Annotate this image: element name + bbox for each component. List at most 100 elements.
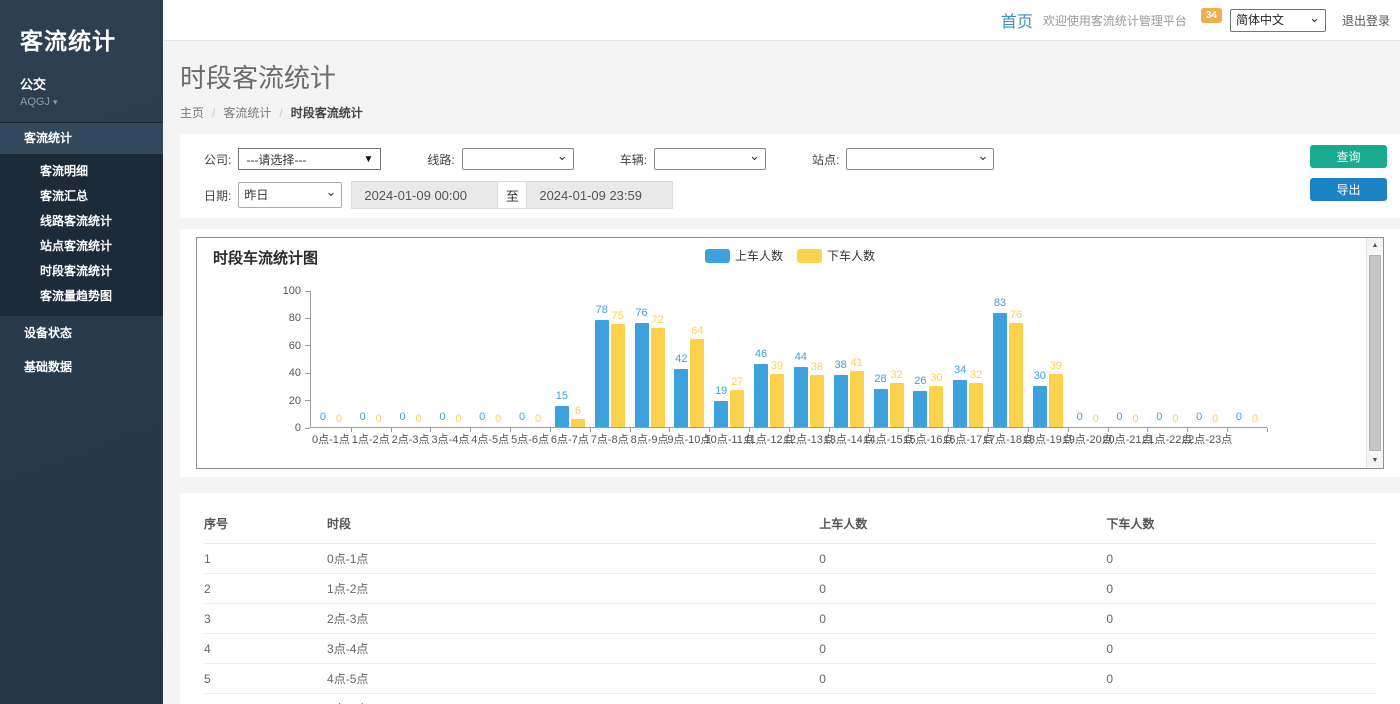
date-from-input[interactable]	[351, 181, 498, 209]
table-cell: 0	[819, 694, 1106, 704]
legend-item-boarding[interactable]: 上车人数	[705, 247, 783, 264]
sidebar-item-base-data[interactable]: 基础数据	[0, 350, 163, 384]
y-axis-tick-label: 60	[289, 340, 301, 352]
scrollbar-down-arrow-icon[interactable]: ▼	[1367, 453, 1383, 468]
sidebar-item-device-status[interactable]: 设备状态	[0, 316, 163, 350]
bar-boarding: 83	[993, 313, 1007, 427]
station-label: 站点:	[812, 151, 839, 168]
sidebar-item-passenger-stats[interactable]: 客流统计	[0, 123, 163, 154]
export-button[interactable]: 导出	[1310, 178, 1387, 201]
y-axis-tick-label: 40	[289, 367, 301, 379]
filter-row-selects: 公司: ---请选择--- ▼ 线路: 车辆:	[204, 148, 1400, 170]
date-label: 日期:	[204, 187, 231, 204]
breadcrumb-home[interactable]: 主页	[180, 104, 204, 121]
table-cell: 2点-3点	[327, 604, 819, 634]
table-cell: 6	[204, 694, 327, 704]
table-cell: 0	[819, 544, 1106, 574]
table-row: 43点-4点00	[204, 634, 1376, 664]
bar-group: 00	[1227, 291, 1267, 427]
bar-value-label: 0	[535, 413, 541, 425]
legend-label-boarding: 上车人数	[735, 247, 783, 264]
vehicle-filter: 车辆:	[620, 148, 766, 170]
bar-group: 0021点-22点	[1147, 291, 1187, 427]
bar-boarding: 26	[913, 391, 927, 427]
table-cell: 0	[819, 574, 1106, 604]
company-label: 公司:	[204, 151, 231, 168]
table-cell: 0	[1106, 544, 1376, 574]
bar-alighting: 38	[810, 375, 824, 427]
station-select-wrap	[846, 148, 994, 170]
bar-value-label: 72	[651, 314, 663, 326]
line-select[interactable]	[462, 148, 574, 170]
x-axis-label: 3点-4点	[431, 431, 469, 447]
home-link[interactable]: 首页	[1001, 8, 1033, 32]
bar-group: 0020点-21点	[1108, 291, 1148, 427]
org-code-dropdown[interactable]: AQGJ▾	[0, 93, 163, 122]
table-cell: 5点-6点	[327, 694, 819, 704]
x-axis-label: 4点-5点	[471, 431, 509, 447]
table-cell: 0点-1点	[327, 544, 819, 574]
sidebar-item-station-stats[interactable]: 站点客流统计	[0, 234, 163, 259]
chevron-down-icon: ▾	[53, 97, 58, 107]
legend-item-alighting[interactable]: 下车人数	[797, 247, 875, 264]
language-select[interactable]: 简体中文	[1230, 9, 1326, 32]
table-cell: 1点-2点	[327, 574, 819, 604]
bar-value-label: 75	[612, 310, 624, 322]
bar-boarding: 46	[754, 364, 768, 427]
bar-value-label: 0	[336, 413, 342, 425]
bar-value-label: 26	[914, 375, 926, 387]
bar-value-label: 30	[1034, 370, 1046, 382]
scrollbar-thumb[interactable]	[1369, 255, 1381, 451]
bar-boarding: 76	[635, 323, 649, 427]
filter-row-date: 日期: 昨日 至	[204, 181, 1400, 209]
scrollbar-up-arrow-icon[interactable]: ▲	[1367, 238, 1383, 253]
station-filter: 站点:	[812, 148, 994, 170]
filter-actions: 查询 导出	[1310, 145, 1387, 201]
bar-value-label: 78	[596, 304, 608, 316]
table-cell: 4	[204, 634, 327, 664]
bar-value-label: 0	[495, 413, 501, 425]
y-axis-tick: 60	[289, 340, 310, 352]
y-axis-tick-mark	[305, 373, 310, 374]
x-axis-label: 1点-2点	[352, 431, 390, 447]
sidebar-item-trend-chart[interactable]: 客流量趋势图	[0, 284, 163, 309]
vehicle-select[interactable]	[654, 148, 766, 170]
bar-group: 003点-4点	[430, 291, 470, 427]
y-axis-tick-label: 80	[289, 312, 301, 324]
bar-value-label: 76	[1010, 309, 1022, 321]
bar-alighting: 27	[730, 390, 744, 427]
line-label: 线路:	[427, 151, 454, 168]
bar-group: 283214点-15点	[869, 291, 909, 427]
y-axis-tick-label: 100	[283, 285, 301, 297]
breadcrumb-passenger-stats[interactable]: 客流统计	[223, 104, 271, 121]
sidebar-item-passenger-detail[interactable]: 客流明细	[0, 159, 163, 184]
company-select[interactable]: ---请选择--- ▼	[238, 148, 381, 170]
bar-alighting: 75	[611, 324, 625, 427]
date-to-input[interactable]	[526, 181, 673, 209]
sidebar-item-period-stats[interactable]: 时段客流统计	[0, 259, 163, 284]
bar-value-label: 15	[556, 390, 568, 402]
bar-group: 78757点-8点	[590, 291, 630, 427]
welcome-text: 欢迎使用客流统计管理平台	[1043, 12, 1187, 29]
vehicle-label: 车辆:	[620, 151, 647, 168]
x-axis-label: 5点-6点	[511, 431, 549, 447]
query-button[interactable]: 查询	[1310, 145, 1387, 168]
y-axis-tick-mark	[305, 428, 310, 429]
bar-boarding: 28	[874, 389, 888, 427]
y-axis-tick: 0	[295, 422, 310, 434]
logout-link[interactable]: 退出登录	[1342, 12, 1390, 29]
sidebar-item-line-stats[interactable]: 线路客流统计	[0, 209, 163, 234]
chart-box: 时段车流统计图 上车人数 下车人数 000点-1点001点-2点002点-3点0…	[196, 237, 1384, 469]
sidebar-item-passenger-summary[interactable]: 客流汇总	[0, 184, 163, 209]
bar-value-label: 0	[320, 411, 326, 423]
x-axis-label: 0点-1点	[312, 431, 350, 447]
y-axis-tick-label: 20	[289, 395, 301, 407]
table-cell: 0	[819, 664, 1106, 694]
bar-boarding: 34	[953, 380, 967, 427]
bar-alighting: 76	[1009, 323, 1023, 427]
bar-value-label: 38	[811, 361, 823, 373]
bar-alighting: 30	[929, 386, 943, 427]
table-cell: 0	[1106, 574, 1376, 604]
date-preset-select[interactable]: 昨日	[238, 182, 342, 208]
station-select[interactable]	[846, 148, 994, 170]
